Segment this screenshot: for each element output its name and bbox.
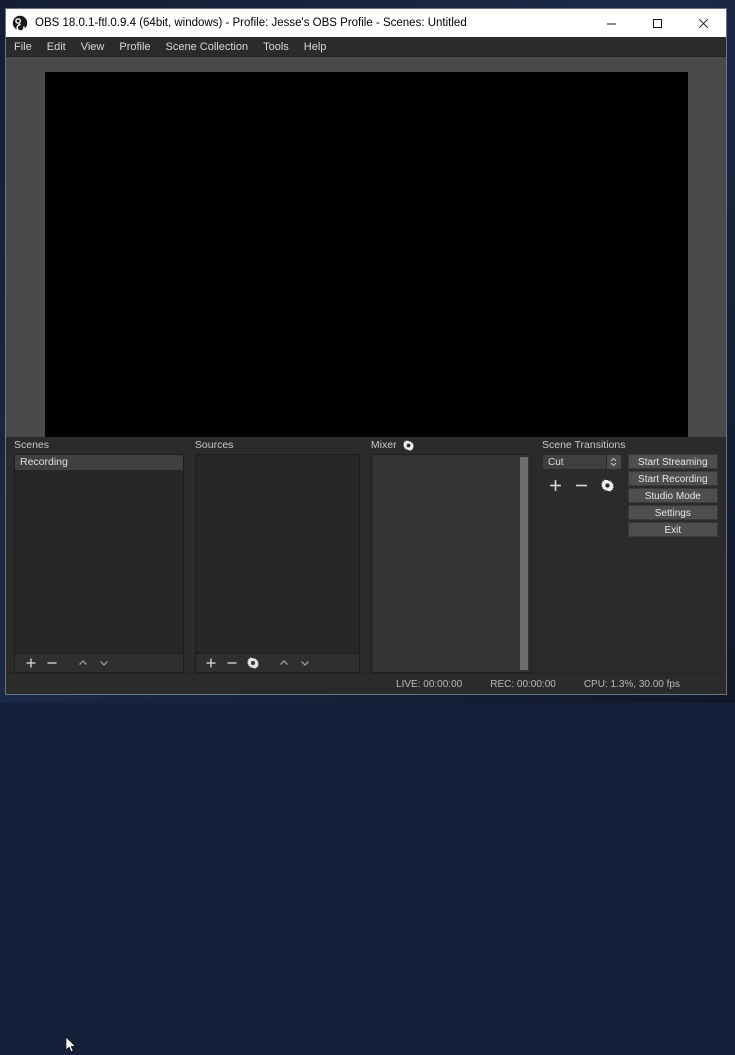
scenes-dock-title: Scenes <box>14 437 184 454</box>
close-button[interactable] <box>680 9 726 37</box>
menu-item-tools[interactable]: Tools <box>263 41 299 53</box>
move-source-down-button[interactable] <box>296 654 315 672</box>
transition-controls: Cut <box>542 454 622 496</box>
obs-main-window: OBS 18.0.1-ftl.0.9.4 (64bit, windows) - … <box>5 8 727 695</box>
sources-toolbar <box>195 653 360 673</box>
scenes-toolbar <box>14 653 184 673</box>
add-scene-button[interactable] <box>21 654 40 672</box>
move-scene-up-button[interactable] <box>73 654 92 672</box>
preview-canvas[interactable] <box>45 72 688 437</box>
preview-area[interactable] <box>6 57 726 437</box>
transition-toolbar <box>542 474 622 496</box>
window-title: OBS 18.0.1-ftl.0.9.4 (64bit, windows) - … <box>35 17 588 29</box>
exit-button[interactable]: Exit <box>628 522 718 537</box>
maximize-button[interactable] <box>634 9 680 37</box>
status-live: LIVE: 00:00:00 <box>396 679 462 690</box>
mouse-cursor <box>66 1037 78 1055</box>
menu-item-profile[interactable]: Profile <box>119 41 160 53</box>
list-item[interactable]: Recording <box>15 455 183 470</box>
studio-mode-button[interactable]: Studio Mode <box>628 488 718 503</box>
source-properties-button[interactable] <box>244 654 263 672</box>
scene-transitions-dock: Scene Transitions Cut <box>542 437 718 673</box>
sources-list[interactable] <box>195 454 360 653</box>
start-streaming-button[interactable]: Start Streaming <box>628 454 718 469</box>
scenes-list[interactable]: Recording <box>14 454 184 653</box>
mixer-dock: Mixer <box>371 437 531 673</box>
dock-container: Scenes Recording <box>6 437 726 673</box>
mixer-scrollbar-thumb[interactable] <box>520 457 528 670</box>
remove-transition-button[interactable] <box>574 476 590 494</box>
obs-logo-icon <box>12 15 28 31</box>
add-transition-button[interactable] <box>548 476 564 494</box>
mixer-dock-title: Mixer <box>371 437 531 454</box>
menu-item-scene-collection[interactable]: Scene Collection <box>166 41 259 53</box>
mixer-scrollbar[interactable] <box>520 457 528 670</box>
minimize-button[interactable] <box>588 9 634 37</box>
menu-item-view[interactable]: View <box>81 41 115 53</box>
status-rec: REC: 00:00:00 <box>490 679 556 690</box>
scene-transitions-title: Scene Transitions <box>542 437 718 454</box>
status-cpu: CPU: 1.3%, 30.00 fps <box>584 679 680 690</box>
menu-item-help[interactable]: Help <box>304 41 337 53</box>
remove-scene-button[interactable] <box>42 654 61 672</box>
menu-item-edit[interactable]: Edit <box>47 41 76 53</box>
transition-properties-button[interactable] <box>600 476 616 494</box>
move-scene-down-button[interactable] <box>94 654 113 672</box>
transition-select[interactable]: Cut <box>542 454 622 470</box>
start-recording-button[interactable]: Start Recording <box>628 471 718 486</box>
transitions-content: Cut <box>542 454 718 537</box>
remove-source-button[interactable] <box>223 654 242 672</box>
add-source-button[interactable] <box>202 654 221 672</box>
mixer-channel-list[interactable] <box>371 454 531 673</box>
action-buttons: Start Streaming Start Recording Studio M… <box>628 454 718 537</box>
status-bar: LIVE: 00:00:00 REC: 00:00:00 CPU: 1.3%, … <box>6 673 726 694</box>
menu-item-file[interactable]: File <box>14 41 42 53</box>
gear-icon[interactable] <box>403 440 414 451</box>
scenes-dock: Scenes Recording <box>14 437 184 673</box>
title-bar: OBS 18.0.1-ftl.0.9.4 (64bit, windows) - … <box>6 9 726 37</box>
move-source-up-button[interactable] <box>275 654 294 672</box>
sources-dock: Sources <box>195 437 360 673</box>
transition-select-spinner[interactable] <box>606 455 621 469</box>
mixer-dock-label: Mixer <box>371 437 397 454</box>
settings-button[interactable]: Settings <box>628 505 718 520</box>
transition-select-value: Cut <box>543 457 606 468</box>
menu-bar: File Edit View Profile Scene Collection … <box>6 37 726 57</box>
sources-dock-title: Sources <box>195 437 360 454</box>
